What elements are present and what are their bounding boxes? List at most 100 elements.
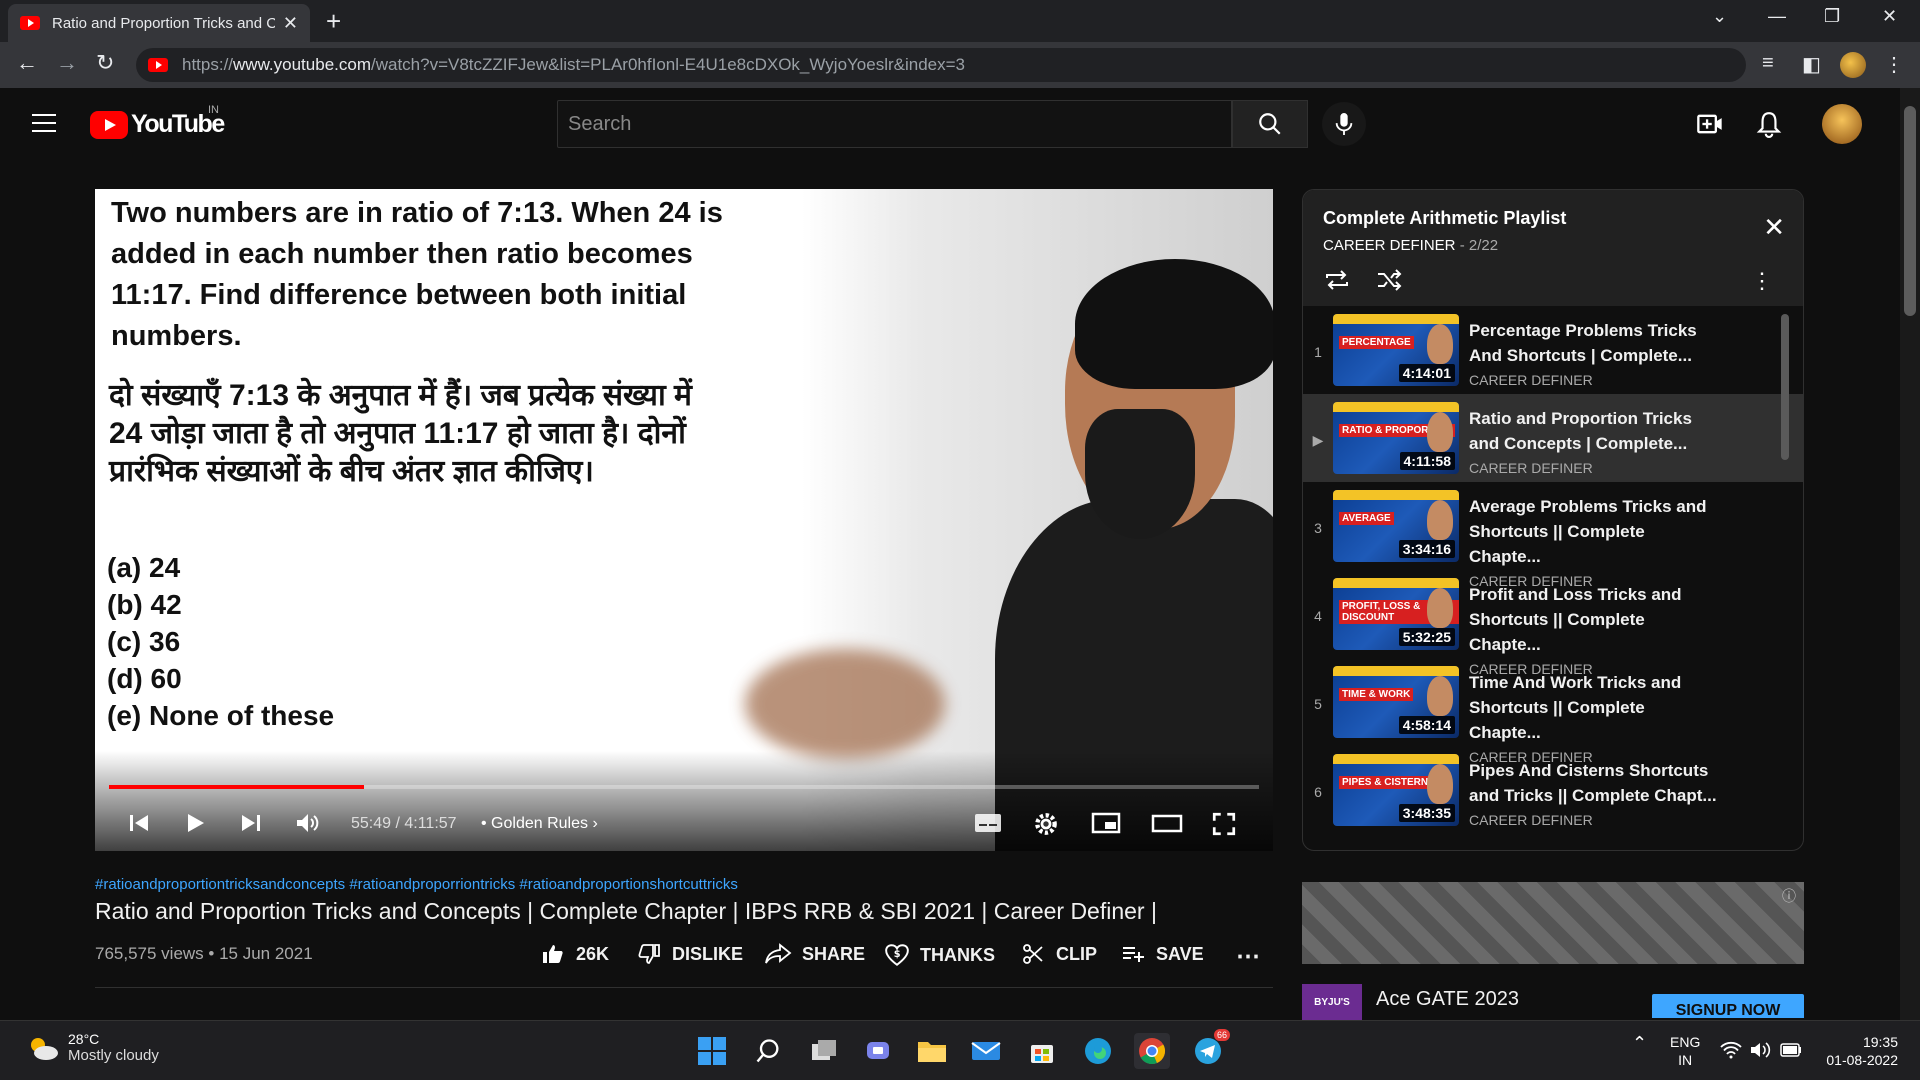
microphone-icon (1335, 113, 1353, 135)
playlist-item-thumbnail[interactable]: TIME & WORK 4:58:14 (1333, 666, 1459, 738)
clip-label: CLIP (1056, 943, 1098, 964)
fullscreen-icon[interactable] (1211, 811, 1237, 837)
save-button[interactable]: SAVE (1120, 942, 1204, 966)
weather-widget[interactable]: 28°C Mostly cloudy (26, 1031, 159, 1064)
chrome-profile-avatar[interactable] (1840, 52, 1866, 78)
minimize-icon[interactable]: — (1768, 6, 1786, 27)
speaker-icon[interactable] (1750, 1041, 1772, 1059)
chrome-button[interactable] (1134, 1033, 1170, 1069)
option-b: (b) 42 (107, 589, 182, 620)
windows-icon (698, 1037, 726, 1065)
share-icon (765, 943, 792, 964)
forward-icon[interactable]: → (56, 50, 78, 76)
playlist-subtitle: CAREER DEFINER - 2/22 (1323, 237, 1783, 254)
progress-bar[interactable] (109, 785, 1259, 789)
clip-button[interactable]: CLIP (1020, 942, 1097, 966)
playlist-title[interactable]: Complete Arithmetic Playlist (1323, 208, 1783, 229)
close-tab-icon[interactable]: ✕ (283, 13, 298, 34)
ad-info-icon[interactable]: ⓘ (1782, 886, 1796, 906)
restore-icon[interactable]: ❐ (1824, 6, 1840, 27)
teams-chat-button[interactable] (860, 1033, 896, 1069)
wifi-icon[interactable] (1720, 1041, 1742, 1059)
battery-icon[interactable] (1780, 1043, 1802, 1057)
thumbnail-topic-label: TIME & WORK (1339, 688, 1414, 701)
presenter-hand (745, 649, 945, 759)
search-taskbar-button[interactable] (750, 1033, 786, 1069)
voice-search-button[interactable] (1322, 102, 1366, 146)
playlist-item-thumbnail[interactable]: AVERAGE 3:34:16 (1333, 490, 1459, 562)
playlist-item-thumbnail[interactable]: RATIO & PROPORTION 4:11:58 (1333, 402, 1459, 474)
settings-icon[interactable] (1033, 811, 1059, 837)
playlist-header: Complete Arithmetic Playlist CAREER DEFI… (1303, 190, 1803, 306)
reload-icon[interactable]: ↻ (96, 50, 114, 76)
share-button[interactable]: SHARE (764, 942, 865, 966)
subtitles-icon[interactable] (973, 811, 1003, 835)
ad-banner[interactable]: ⓘ (1302, 882, 1804, 964)
thumbnail-topic-label: PERCENTAGE (1339, 336, 1414, 349)
chapter-button[interactable]: • Golden Rules › (481, 815, 598, 833)
previous-icon[interactable] (127, 811, 151, 835)
close-playlist-icon[interactable]: ✕ (1763, 212, 1785, 243)
start-button[interactable] (694, 1033, 730, 1069)
like-button[interactable]: 26K (540, 942, 609, 966)
search-input[interactable]: Search (557, 100, 1232, 148)
playlist-item[interactable]: ▶ RATIO & PROPORTION 4:11:58 Ratio and Prop… (1303, 394, 1803, 482)
playlist-channel[interactable]: CAREER DEFINER (1323, 237, 1456, 254)
browser-tab[interactable]: Ratio and Proportion Tricks and C ✕ (8, 4, 310, 42)
tab-search-icon[interactable]: ⌄ (1712, 6, 1727, 27)
video-player[interactable]: Two numbers are in ratio of 7:13. When 2… (95, 189, 1273, 851)
store-button[interactable] (1024, 1033, 1060, 1069)
playlist-scrollbar[interactable] (1781, 314, 1789, 460)
playlist-item-thumbnail[interactable]: PERCENTAGE 4:14:01 (1333, 314, 1459, 386)
playlist-item-thumbnail[interactable]: PIPES & CISTERNS 3:48:35 (1333, 754, 1459, 826)
playlist-item[interactable]: 6 PIPES & CISTERNS 3:48:35 Pipes And Cister… (1303, 746, 1803, 834)
ad-title[interactable]: Ace GATE 2023 (1376, 988, 1519, 1011)
playlist-item-thumbnail[interactable]: PROFIT, LOSS & DISCOUNT 5:32:25 (1333, 578, 1459, 650)
search-button[interactable] (1232, 100, 1308, 148)
playlist-item-duration: 3:48:35 (1398, 804, 1455, 822)
close-window-icon[interactable]: ✕ (1882, 6, 1897, 27)
loop-icon[interactable] (1323, 268, 1351, 292)
dislike-button[interactable]: DISLIKE (636, 942, 743, 966)
chrome-menu-icon[interactable]: ⋮ (1884, 52, 1904, 77)
edge-button[interactable] (1080, 1033, 1116, 1069)
volume-icon[interactable] (295, 811, 321, 835)
windows-taskbar: 28°C Mostly cloudy 66 ⌃ ENG IN 19:35 01-… (0, 1020, 1920, 1080)
playlist-item[interactable]: 1 PERCENTAGE 4:14:01 Percentage Problems Tr… (1303, 306, 1803, 394)
notifications-icon[interactable] (1756, 110, 1782, 138)
page-scrollbar[interactable] (1900, 88, 1920, 1020)
thanks-button[interactable]: $ THANKS (884, 942, 995, 968)
language-indicator[interactable]: ENG IN (1670, 1033, 1700, 1069)
shuffle-icon[interactable] (1375, 268, 1403, 292)
user-avatar[interactable] (1822, 104, 1862, 144)
new-tab-icon[interactable]: + (326, 6, 341, 37)
back-icon[interactable]: ← (16, 50, 38, 76)
miniplayer-icon[interactable] (1091, 811, 1121, 835)
clock[interactable]: 19:35 01-08-2022 (1818, 1033, 1898, 1069)
more-actions-icon[interactable]: ⋯ (1236, 942, 1260, 971)
region-code: IN (1678, 1052, 1693, 1068)
task-view-button[interactable] (806, 1033, 842, 1069)
create-video-icon[interactable] (1696, 110, 1724, 138)
play-icon[interactable] (183, 811, 207, 835)
ad-signup-button[interactable]: SIGNUP NOW (1652, 994, 1804, 1018)
address-bar[interactable]: https://www.youtube.com/watch?v=V8tcZZIF… (136, 48, 1746, 82)
show-hidden-icons[interactable]: ⌃ (1632, 1033, 1647, 1054)
side-panel-icon[interactable]: ◧ (1802, 52, 1821, 77)
mail-button[interactable] (968, 1033, 1004, 1069)
playlist-items: 1 PERCENTAGE 4:14:01 Percentage Problems Tr… (1303, 306, 1803, 834)
media-control-icon[interactable]: ≡ (1762, 52, 1774, 75)
video-hashtags[interactable]: #ratioandproportiontricksandconcepts #ra… (95, 876, 738, 893)
playlist-more-icon[interactable]: ⋮ (1751, 268, 1773, 294)
youtube-logo[interactable]: YouTube IN (90, 104, 225, 139)
store-icon (1031, 1045, 1053, 1063)
playlist-item[interactable]: 3 AVERAGE 3:34:16 Average Problems Tricks a… (1303, 482, 1803, 589)
playlist-item[interactable]: 5 TIME & WORK 4:58:14 Time And Work Tricks … (1303, 658, 1803, 765)
playlist-item[interactable]: 4 PROFIT, LOSS & DISCOUNT 5:32:25 Profit an… (1303, 570, 1803, 677)
page-scroll-thumb[interactable] (1904, 106, 1916, 316)
next-icon[interactable] (239, 811, 263, 835)
theater-mode-icon[interactable] (1151, 811, 1183, 835)
menu-icon[interactable] (32, 114, 56, 138)
telegram-button[interactable]: 66 (1190, 1029, 1230, 1069)
file-explorer-button[interactable] (914, 1033, 950, 1069)
